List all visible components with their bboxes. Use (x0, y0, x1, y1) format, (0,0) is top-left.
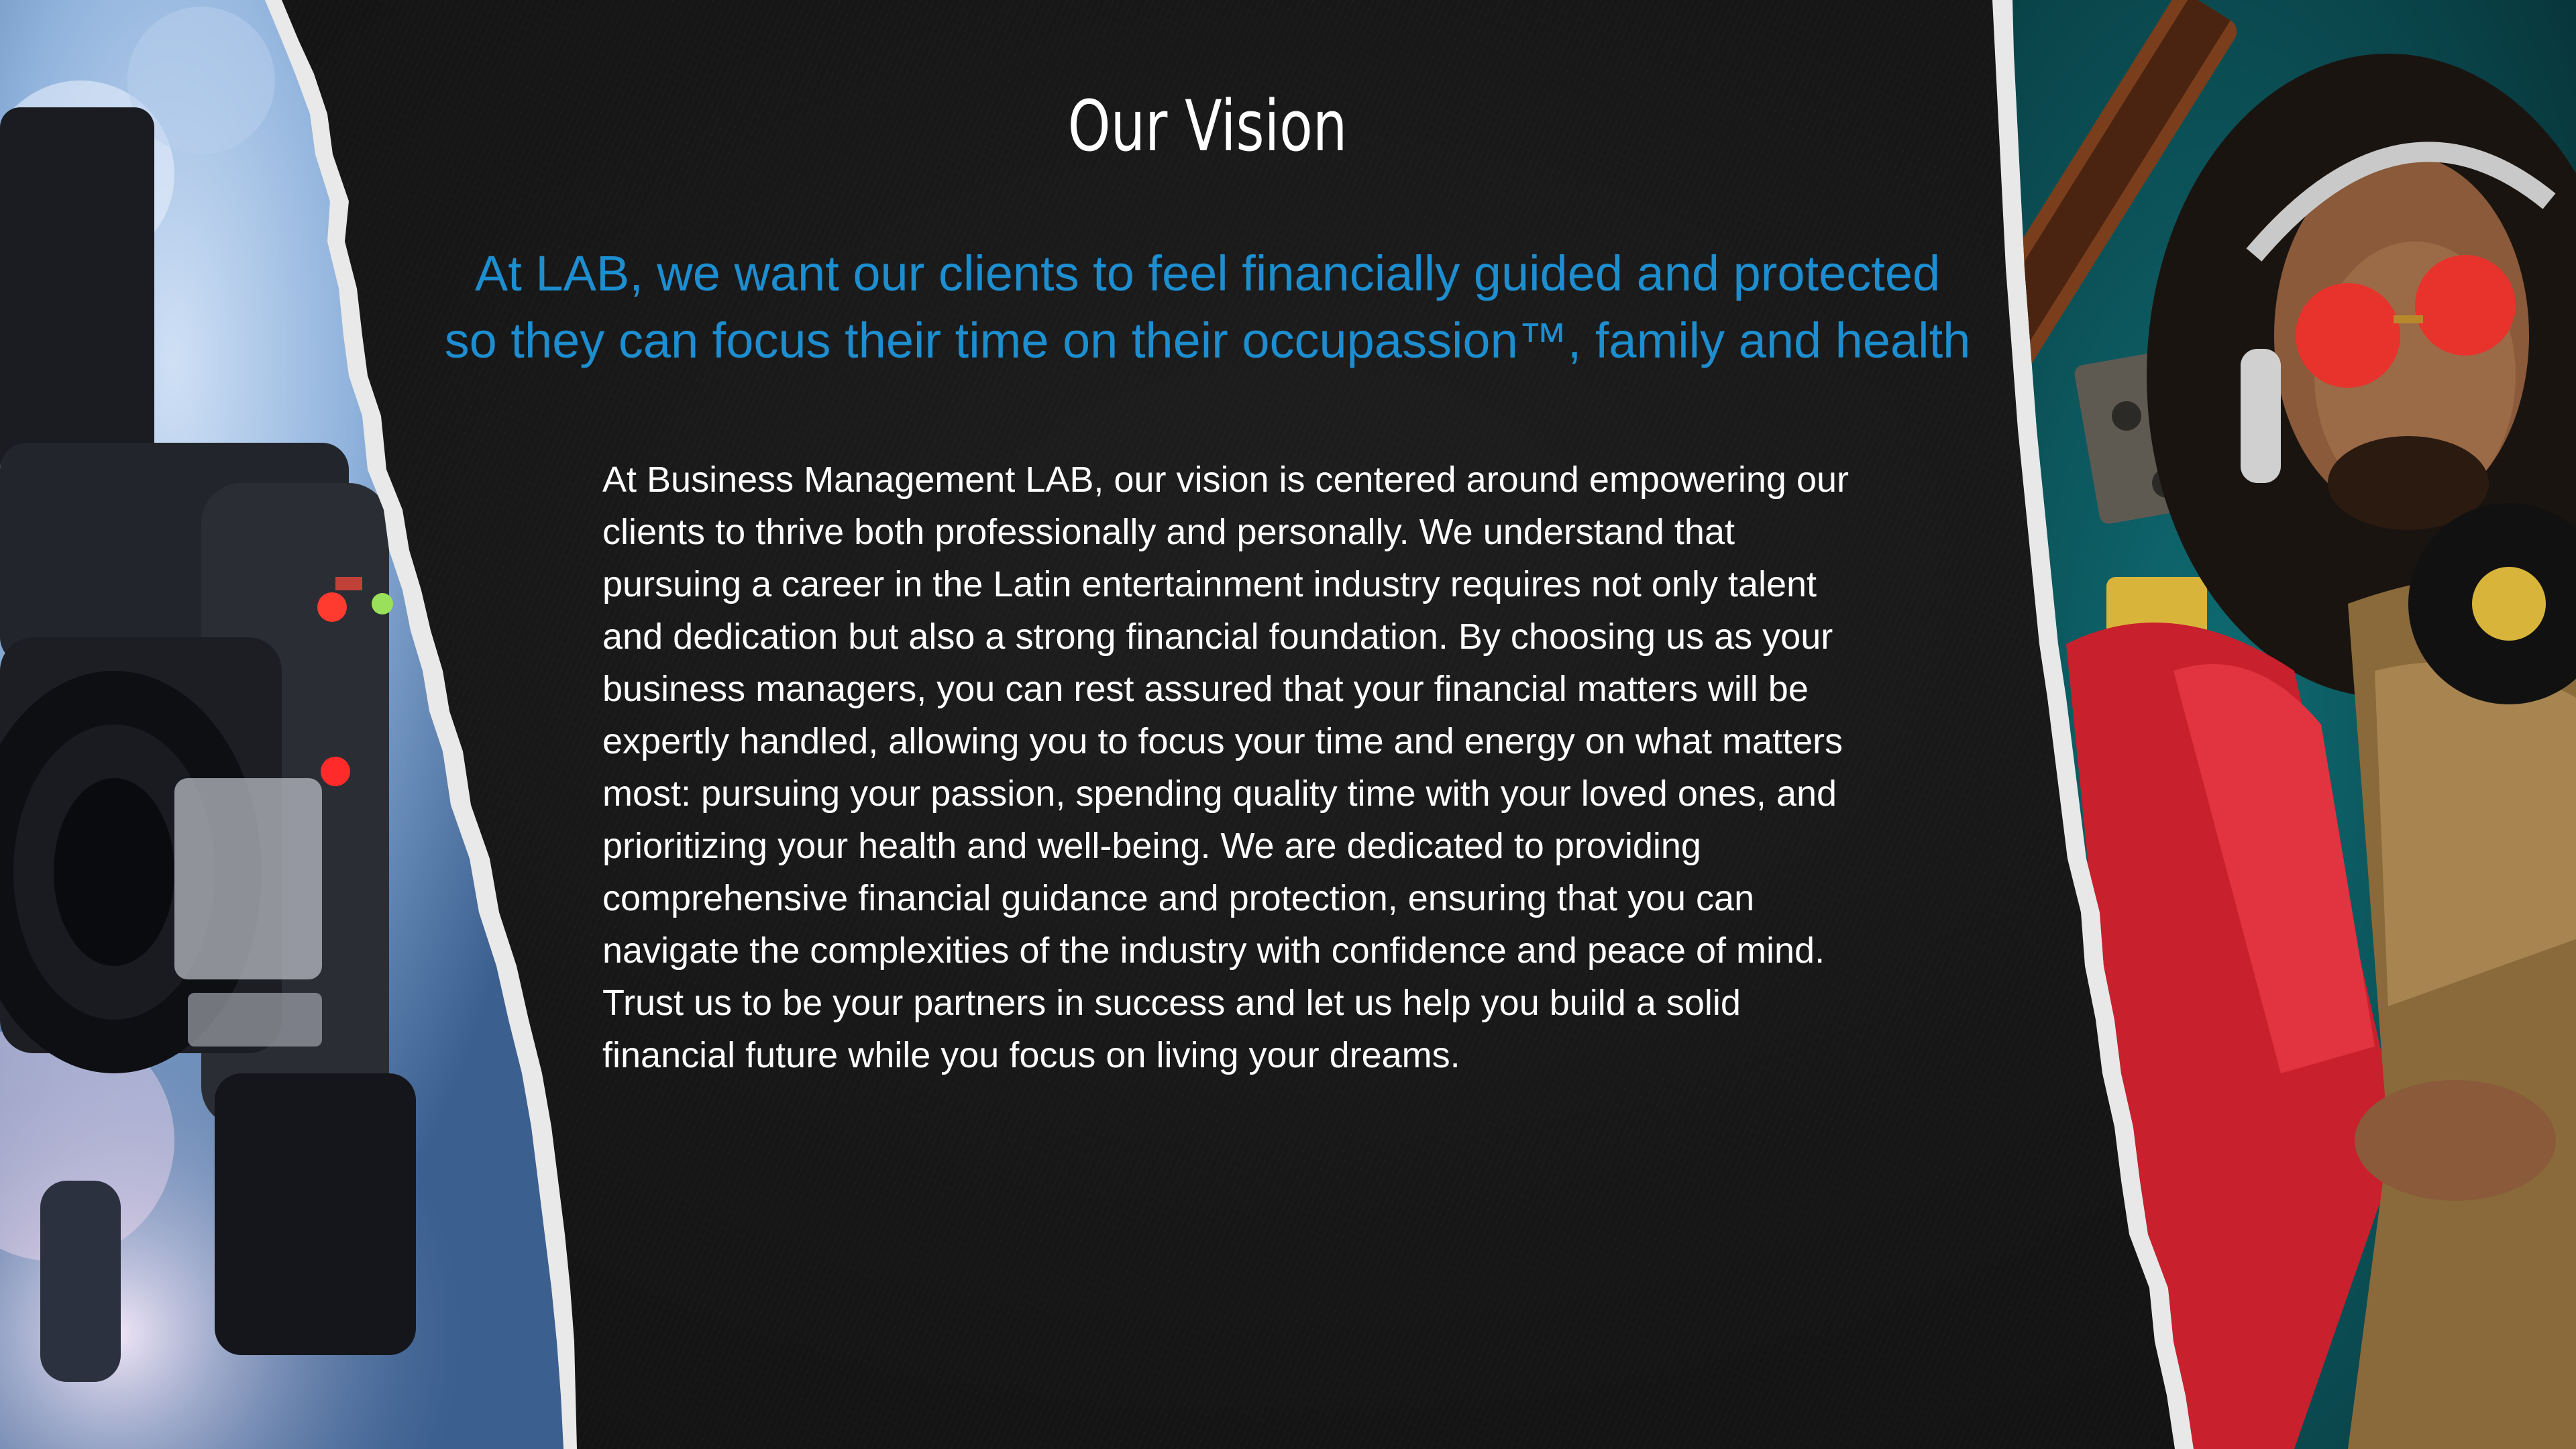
subtitle-line-2: so they can focus their time on their oc… (444, 313, 1971, 368)
musician-photo (1972, 0, 2576, 1449)
vision-subtitle: At LAB, we want our clients to feel fina… (376, 240, 2039, 374)
title-container: Our Vision (805, 79, 1610, 173)
vision-body-paragraph: At Business Management LAB, our vision i… (602, 460, 1849, 1075)
camera-photo (0, 0, 577, 1449)
page-title: Our Vision (1067, 85, 1348, 167)
slide: Our Vision At LAB, we want our clients t… (0, 0, 2576, 1449)
subtitle-line-1: At LAB, we want our clients to feel fina… (474, 246, 1941, 301)
